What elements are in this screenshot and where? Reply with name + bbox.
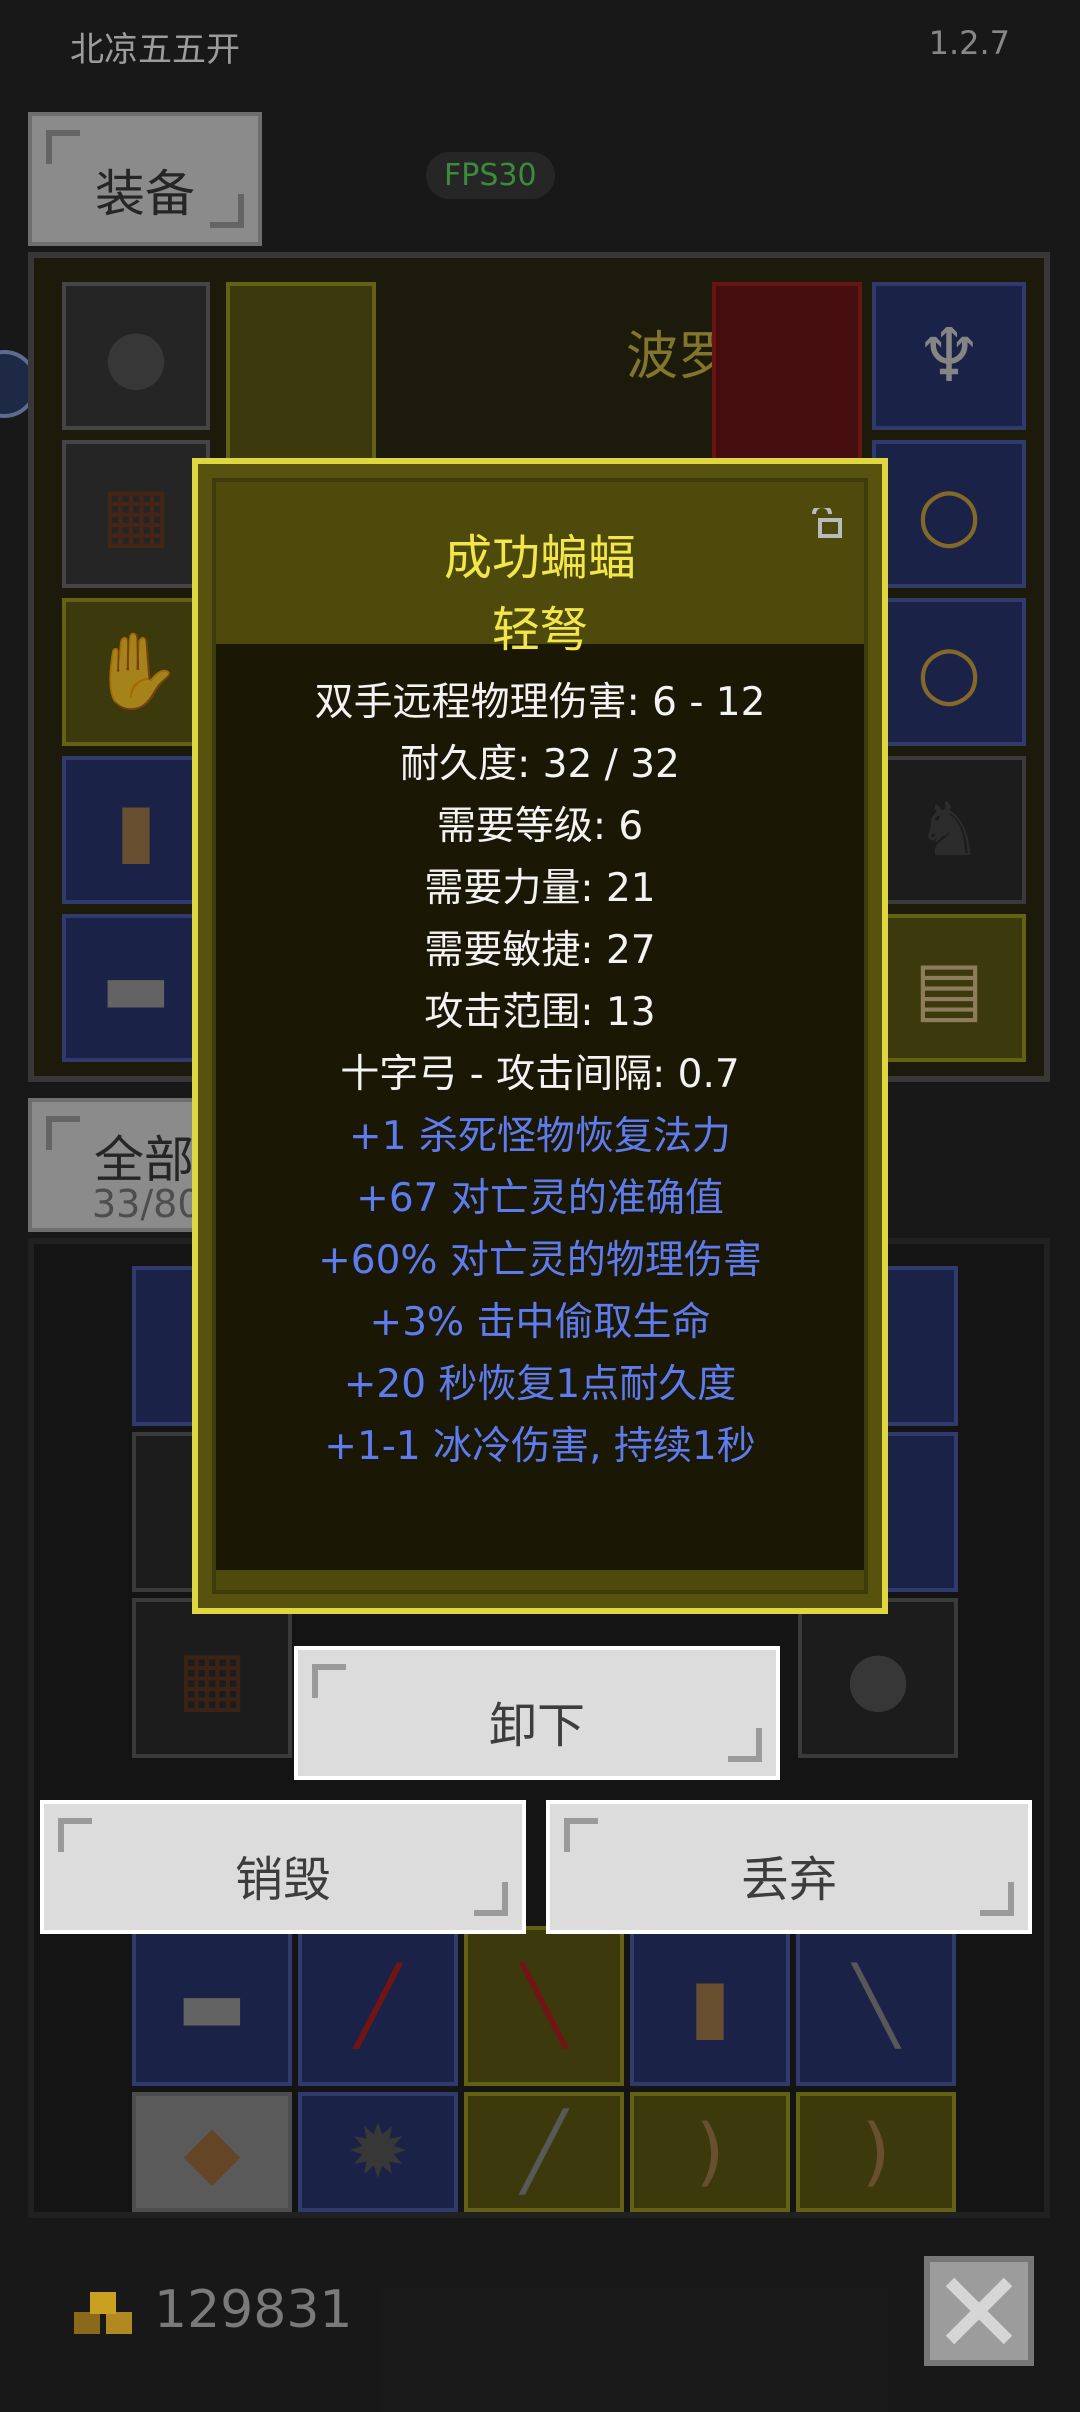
tooltip-body: 成功蝙蝠 轻弩 双手远程物理伤害: 6 - 12 耐久度: 32 / 32 需要… [212,478,868,1594]
discard-button[interactable]: 丢弃 [546,1800,1032,1934]
unlock-icon[interactable] [810,508,842,538]
item-type: 轻弩 [491,602,588,658]
discard-label: 丢弃 [740,1852,837,1908]
stat-line: 双手远程物理伤害: 6 - 12 [314,680,766,725]
stat-line: 需要敏捷: 27 [424,928,656,973]
close-icon [945,2277,1013,2345]
close-button[interactable] [924,2256,1034,2366]
stat-line: 攻击范围: 13 [424,990,656,1035]
stat-line: 耐久度: 32 / 32 [400,742,680,787]
item-name: 成功蝙蝠 [443,530,636,586]
gold-amount: 129831 [154,2280,353,2340]
destroy-label: 销毁 [234,1852,331,1908]
affix-line: +20 秒恢复1点耐久度 [343,1362,737,1407]
destroy-button[interactable]: 销毁 [40,1800,526,1934]
tooltip-header: 成功蝙蝠 轻弩 [216,482,864,658]
affix-line: +60% 对亡灵的物理伤害 [318,1238,762,1283]
stat-line: 需要力量: 21 [424,866,656,911]
stat-line: 需要等级: 6 [436,804,644,849]
affix-line: +1 杀死怪物恢复法力 [349,1114,731,1159]
unequip-button[interactable]: 卸下 [294,1646,780,1780]
affix-line: +3% 击中偷取生命 [369,1300,711,1345]
affix-line: +67 对亡灵的准确值 [356,1176,724,1221]
item-stats: 双手远程物理伤害: 6 - 12 耐久度: 32 / 32 需要等级: 6 需要… [216,672,864,1478]
stat-line: 十字弓 - 攻击间隔: 0.7 [340,1052,740,1097]
unequip-label: 卸下 [488,1698,585,1754]
gold-icon [74,2292,132,2334]
item-tooltip: 成功蝙蝠 轻弩 双手远程物理伤害: 6 - 12 耐久度: 32 / 32 需要… [192,458,888,1614]
affix-line: +1-1 冰冷伤害, 持续1秒 [324,1424,756,1469]
tooltip-footer [216,1570,864,1590]
